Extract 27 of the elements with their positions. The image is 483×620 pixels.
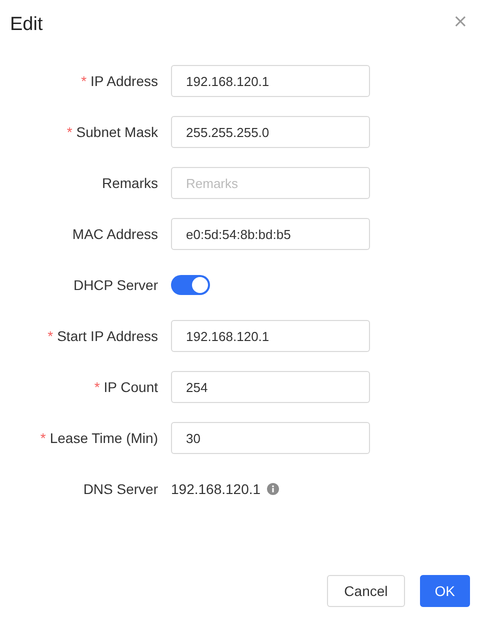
input-field[interactable]: 192.168.120.1 xyxy=(171,65,370,97)
required-asterisk: * xyxy=(40,430,46,446)
field-value: 192.168.120.1 xyxy=(171,481,261,497)
input-field[interactable]: e0:5d:54:8b:bd:b5 xyxy=(171,218,370,250)
required-asterisk: * xyxy=(66,124,72,140)
field-label: Subnet Mask xyxy=(76,124,158,140)
ok-button[interactable]: OK xyxy=(420,575,470,607)
cancel-button[interactable]: Cancel xyxy=(327,575,405,607)
required-asterisk: * xyxy=(94,379,100,395)
field-label: Remarks xyxy=(102,175,158,191)
input-field[interactable]: 30 xyxy=(171,422,370,454)
toggle-switch[interactable] xyxy=(171,275,210,295)
field-label: DHCP Server xyxy=(73,277,158,293)
field-label: IP Count xyxy=(104,379,158,395)
input-field[interactable]: 255.255.255.0 xyxy=(171,116,370,148)
input-field[interactable]: 192.168.120.1 xyxy=(171,320,370,352)
input-field[interactable]: Remarks xyxy=(171,167,370,199)
field-label: IP Address xyxy=(90,73,158,89)
field-label: Start IP Address xyxy=(57,328,158,344)
info-icon[interactable] xyxy=(266,483,279,495)
required-asterisk: * xyxy=(48,328,54,344)
field-label: Lease Time (Min) xyxy=(50,430,158,446)
input-field[interactable]: 254 xyxy=(171,371,370,403)
dialog-title: Edit xyxy=(10,13,43,37)
field-label: DNS Server xyxy=(83,481,158,497)
required-asterisk: * xyxy=(81,73,87,89)
field-label: MAC Address xyxy=(72,226,158,242)
